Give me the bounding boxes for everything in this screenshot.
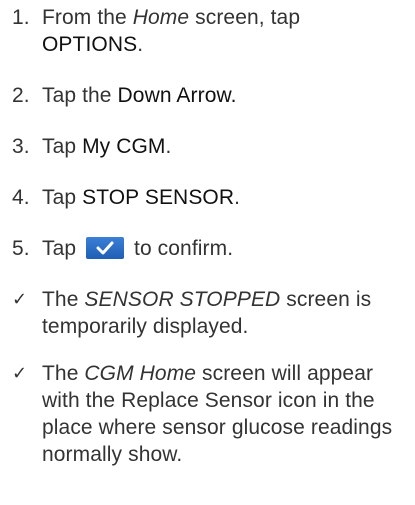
step-text-part: . (137, 33, 144, 56)
result-text-part: The (42, 362, 85, 385)
screen-name: CGM Home (84, 362, 197, 385)
step-text: From the Home screen, tap OPTIONS. (42, 4, 405, 58)
step-4: 4. Tap STOP SENSOR. (12, 184, 405, 211)
step-number: 3. (12, 135, 30, 158)
my-cgm-label: My CGM (82, 135, 166, 158)
step-3: 3. Tap My CGM. (12, 133, 405, 160)
result-1: ✓ The SENSOR STOPPED screen is temporari… (12, 286, 405, 340)
step-text: Tap the Down Arrow. (42, 82, 405, 109)
step-text-part: screen, tap (189, 6, 301, 29)
step-number: 2. (12, 84, 30, 107)
checkmark-icon: ✓ (12, 363, 28, 384)
step-5: 5. Tap to confirm. (12, 235, 405, 262)
step-text-part: . (165, 135, 172, 158)
result-text: The CGM Home screen will appear with the… (42, 360, 405, 468)
stop-sensor-label: STOP SENSOR (82, 186, 235, 209)
step-text: Tap to confirm. (42, 235, 405, 262)
step-text-part: Tap (42, 135, 83, 158)
result-text: The SENSOR STOPPED screen is temporarily… (42, 286, 405, 340)
step-number: 4. (12, 186, 30, 209)
result-text-part: The (42, 288, 85, 311)
result-2: ✓ The CGM Home screen will appear with t… (12, 360, 405, 468)
step-text-part: Tap the (42, 84, 118, 107)
options-label: OPTIONS (42, 33, 138, 56)
checkmark-icon: ✓ (12, 289, 28, 310)
step-2: 2. Tap the Down Arrow. (12, 82, 405, 109)
screen-name: SENSOR STOPPED (84, 288, 281, 311)
step-1: 1. From the Home screen, tap OPTIONS. (12, 4, 405, 58)
instruction-page: 1. From the Home screen, tap OPTIONS. 2. … (0, 0, 415, 505)
step-text: Tap STOP SENSOR. (42, 184, 405, 211)
step-text-part: Tap (42, 237, 83, 260)
step-text-part: From the (42, 6, 133, 29)
step-text-part: to confirm. (128, 237, 234, 260)
confirm-checkmark-icon (86, 237, 125, 259)
step-text-part: Tap (42, 186, 83, 209)
step-number: 1. (12, 6, 30, 29)
step-number: 5. (12, 237, 30, 260)
step-text-part: . (234, 186, 241, 209)
screen-name: Home (132, 6, 190, 29)
down-arrow-label: Down Arrow. (117, 84, 237, 107)
step-text: Tap My CGM. (42, 133, 405, 160)
